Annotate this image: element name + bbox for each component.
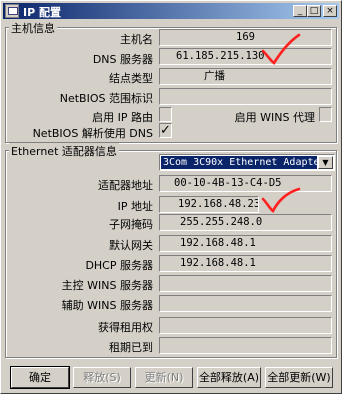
ip-config-window: IP 配置 _ □ × 主机信息 主机名 169 DNS 服务器 61.185.…	[0, 0, 342, 394]
maximize-button[interactable]: □	[307, 5, 321, 17]
default-gateway-label: 默认网关	[109, 239, 153, 252]
release-all-button[interactable]: 全部释放(A)	[197, 367, 261, 388]
primary-wins-field	[159, 275, 332, 292]
wins-proxy-label: 启用 WINS 代理	[234, 111, 315, 124]
netbios-dns-label: NetBIOS 解析使用 DNS	[32, 127, 153, 140]
ip-address-field: 192.168.48.23	[159, 196, 259, 213]
secondary-wins-field	[159, 295, 332, 312]
secondary-wins-label: 辅助 WINS 服务器	[61, 299, 153, 312]
host-info-group-label: 主机信息	[9, 20, 57, 36]
default-gateway-field: 192.168.48.1	[159, 235, 332, 252]
subnet-mask-field: 255.255.248.0	[159, 214, 332, 231]
title-bar[interactable]: IP 配置 _ □ ×	[3, 3, 339, 19]
ip-routing-label: 启用 IP 路由	[92, 111, 153, 124]
chevron-down-icon[interactable]: ▼	[318, 156, 333, 169]
host-name-label: 主机名	[120, 33, 153, 46]
host-name-field: 169	[159, 29, 332, 46]
adapter-address-field: 00-10-4B-13-C4-D5	[159, 175, 332, 192]
lease-obtained-field	[159, 317, 332, 334]
adapter-address-label: 适配器地址	[98, 179, 153, 192]
ethernet-group-label: Ethernet 适配器信息	[9, 143, 119, 159]
close-button[interactable]: ×	[323, 5, 337, 17]
primary-wins-label: 主控 WINS 服务器	[61, 279, 153, 292]
dhcp-server-label: DHCP 服务器	[85, 259, 153, 272]
lease-expires-field	[159, 337, 332, 354]
app-icon	[5, 4, 19, 18]
ip-address-label: IP 地址	[117, 200, 153, 213]
adapter-select[interactable]: 3Com 3C90x Ethernet Adapter ▼	[159, 154, 335, 171]
ip-routing-checkbox[interactable]	[159, 107, 172, 122]
subnet-mask-label: 子网掩码	[109, 218, 153, 231]
dhcp-server-field: 192.168.48.1	[159, 255, 332, 272]
dns-servers-label: DNS 服务器	[92, 53, 153, 66]
window-title: IP 配置	[23, 6, 61, 19]
lease-obtained-label: 获得租用权	[98, 321, 153, 334]
release-button[interactable]: 释放(S)	[73, 367, 131, 388]
adapter-select-value: 3Com 3C90x Ethernet Adapter	[161, 156, 317, 169]
node-type-label: 结点类型	[109, 72, 153, 85]
netbios-scope-field	[159, 88, 332, 105]
lease-expires-label: 租期已到	[109, 341, 153, 354]
renew-button[interactable]: 更新(N)	[135, 367, 193, 388]
netbios-scope-label: NetBIOS 范围标识	[59, 92, 153, 105]
dns-servers-field: 61.185.215.130	[159, 48, 332, 65]
node-type-field: 广播	[159, 68, 332, 85]
wins-proxy-checkbox[interactable]	[319, 107, 332, 122]
minimize-button[interactable]: _	[293, 5, 307, 17]
netbios-dns-checkbox[interactable]: ✓	[159, 123, 172, 138]
ok-button[interactable]: 确定	[10, 366, 70, 389]
renew-all-button[interactable]: 全部更新(W)	[265, 367, 333, 388]
